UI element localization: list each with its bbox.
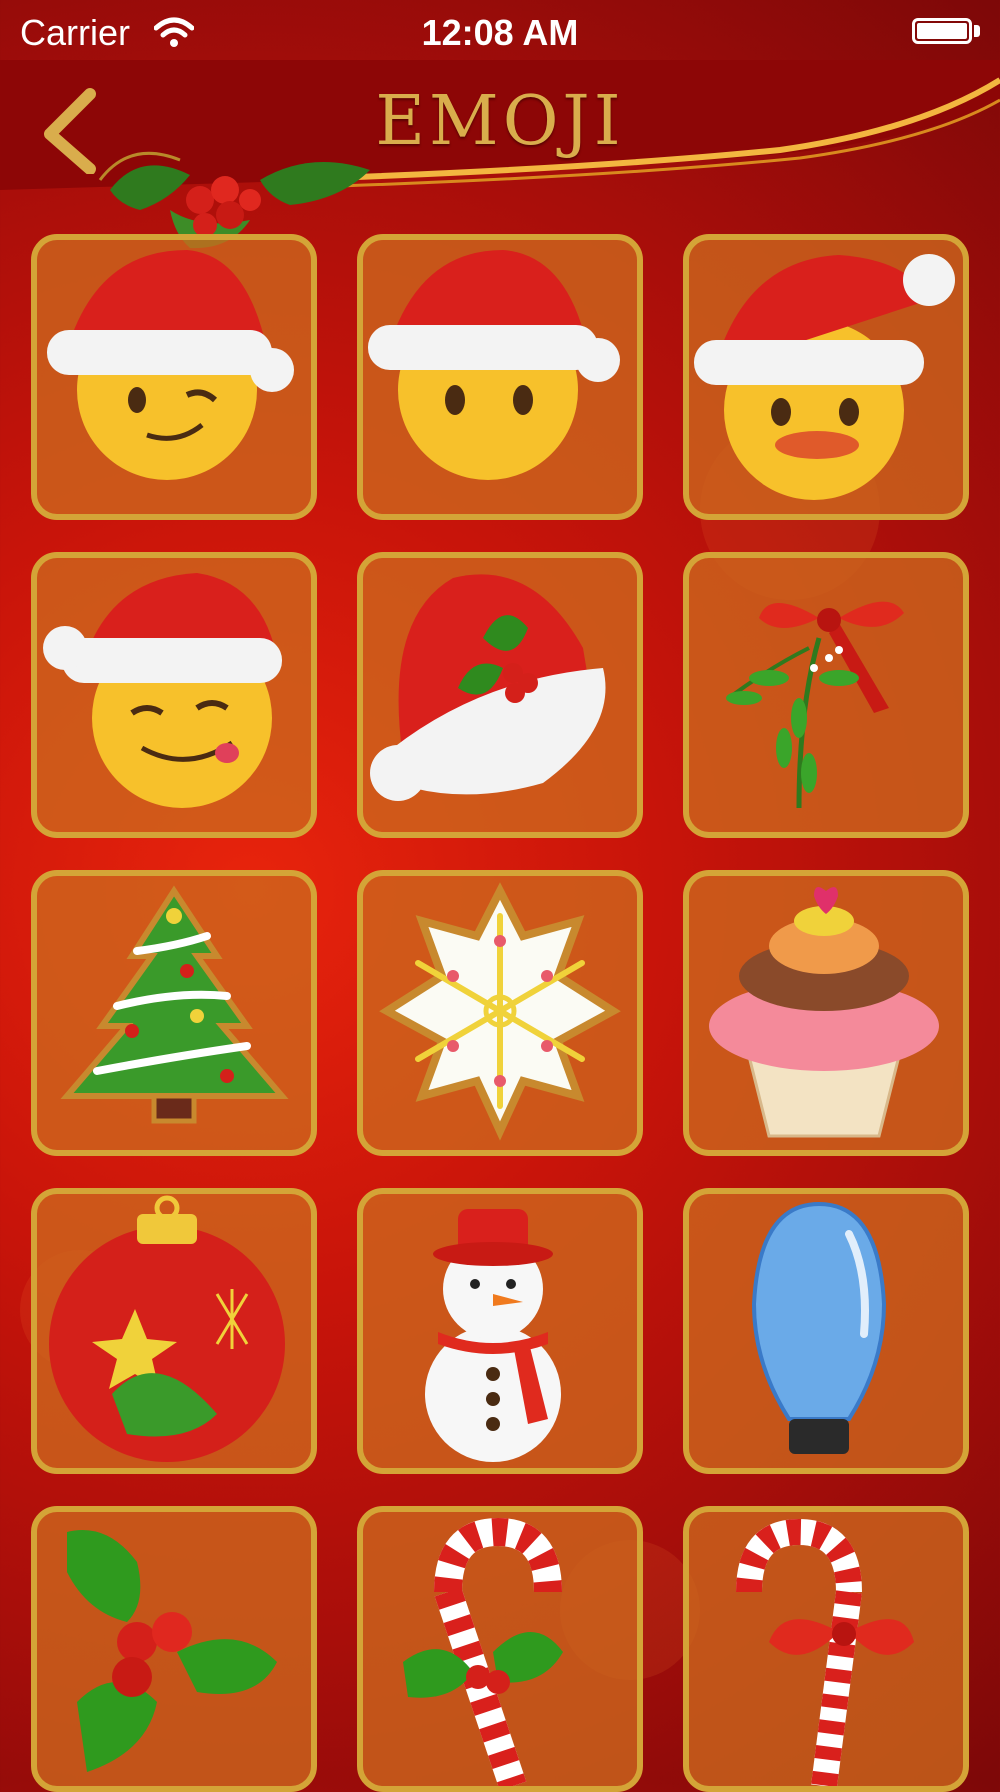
battery-tip bbox=[974, 25, 980, 37]
emoji-tile[interactable] bbox=[31, 1188, 317, 1474]
emoji-tile[interactable] bbox=[683, 234, 969, 520]
santa-duck-face-icon bbox=[694, 254, 955, 500]
snowflake-cookie-icon bbox=[379, 882, 621, 1141]
emoji-tile[interactable] bbox=[683, 1188, 969, 1474]
christmas-tree-cookie-icon bbox=[60, 885, 289, 1124]
emoji-tile[interactable] bbox=[31, 552, 317, 838]
candy-cane-bow-icon bbox=[736, 1518, 914, 1786]
blue-light-bulb-icon bbox=[751, 1201, 887, 1454]
cupcake-icon bbox=[709, 887, 939, 1138]
battery-icon bbox=[912, 18, 972, 44]
santa-neutral-face-icon bbox=[368, 250, 620, 480]
emoji-tile[interactable] bbox=[357, 1188, 643, 1474]
candy-cane-holly-icon bbox=[403, 1517, 563, 1786]
santa-tongue-face-icon bbox=[43, 573, 282, 808]
holly-berries-icon bbox=[67, 1530, 277, 1772]
status-time: 12:08 AM bbox=[421, 12, 579, 53]
emoji-tile[interactable] bbox=[683, 552, 969, 838]
snowman-icon bbox=[425, 1209, 561, 1462]
emoji-tile[interactable] bbox=[683, 1506, 969, 1792]
christmas-ornament-icon bbox=[49, 1195, 285, 1462]
emoji-tile[interactable] bbox=[357, 870, 643, 1156]
emoji-tile[interactable] bbox=[683, 870, 969, 1156]
header: EMOJI bbox=[0, 60, 1000, 249]
emoji-tile[interactable] bbox=[31, 870, 317, 1156]
emoji-tile[interactable] bbox=[31, 234, 317, 520]
mistletoe-bow-icon bbox=[726, 601, 904, 809]
emoji-tile[interactable] bbox=[357, 552, 643, 838]
santa-hat-holly-icon bbox=[370, 574, 606, 801]
emoji-tile[interactable] bbox=[357, 234, 643, 520]
emoji-tile[interactable] bbox=[357, 1506, 643, 1792]
santa-winking-face-icon bbox=[47, 250, 294, 480]
holly-decoration-icon bbox=[98, 151, 370, 249]
emoji-tile[interactable] bbox=[31, 1506, 317, 1792]
